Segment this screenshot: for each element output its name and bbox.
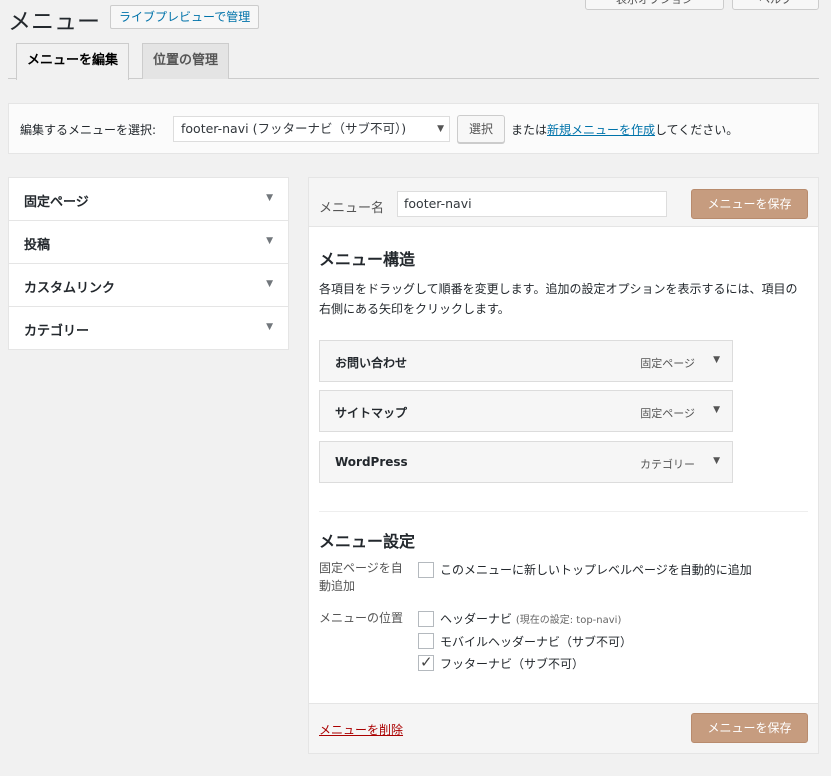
menu-editor-footer: メニューを削除 メニューを保存 [309,703,818,753]
accordion-item-label: カテゴリー [24,324,90,339]
accordion-item-posts[interactable]: 投稿 ▼ [9,221,288,264]
menu-item-title: サイトマップ [335,406,408,420]
menu-item[interactable]: WordPress カテゴリー ▼ [319,441,733,483]
menu-location-label: メニューの位置 [319,611,404,625]
nav-tabs: メニューを編集 位置の管理 [8,43,819,80]
menu-editor-panel: メニュー名 footer-navi メニューを保存 メニュー構造 各項目をドラッ… [308,177,819,754]
screen-options-button[interactable]: 表示オプション [585,0,724,10]
select-menu-label: 編集するメニューを選択: [20,123,157,137]
page-title: メニュー [8,9,100,35]
accordion-item-categories[interactable]: カテゴリー ▼ [9,307,288,349]
accordion-item-pages[interactable]: 固定ページ ▼ [9,178,288,221]
auto-add-checkbox[interactable] [418,562,434,578]
menu-select-bar: 編集するメニューを選択: footer-navi (フッターナビ（サブ不可）) … [8,103,819,154]
select-button[interactable]: 選択 [457,115,505,143]
menu-structure-title: メニュー構造 [319,250,416,269]
menu-item[interactable]: お問い合わせ 固定ページ ▼ [319,340,733,382]
checkmark-icon: ✓ [420,653,433,671]
accordion-item-custom-links[interactable]: カスタムリンク ▼ [9,264,288,307]
location-checkbox-mobile-header[interactable] [418,633,434,649]
create-menu-link[interactable]: 新規メニューを作成 [547,123,655,137]
menu-name-input[interactable]: footer-navi [397,191,667,217]
triangle-down-icon: ▼ [266,279,273,289]
add-items-accordion: 固定ページ ▼ 投稿 ▼ カスタムリンク ▼ カテゴリー ▼ [8,177,289,350]
triangle-down-icon[interactable]: ▼ [713,456,720,466]
tab-edit-menus[interactable]: メニューを編集 [16,43,130,80]
menu-name-label: メニュー名 [319,201,385,216]
triangle-down-icon: ▼ [266,193,273,203]
triangle-down-icon[interactable]: ▼ [713,355,720,365]
menu-structure-description: 各項目をドラッグして順番を変更します。追加の設定オプションを表示するには、項目の… [319,282,798,316]
auto-add-option-label: このメニューに新しいトップレベルページを自動的に追加 [440,563,752,577]
accordion-item-label: 固定ページ [24,195,89,210]
menu-item-type: カテゴリー [640,458,695,471]
menu-item-title: WordPress [335,455,408,469]
delete-menu-link[interactable]: メニューを削除 [319,721,403,738]
menu-item-type: 固定ページ [640,357,695,370]
menu-item-type: 固定ページ [640,407,695,420]
triangle-down-icon: ▼ [266,236,273,246]
location-option-header: ヘッダーナビ (現在の設定: top-navi) [440,612,622,626]
dropdown-arrow-icon: ▼ [437,124,444,134]
triangle-down-icon[interactable]: ▼ [713,405,720,415]
menu-item-title: お問い合わせ [335,356,408,370]
selected-menu-value: footer-navi (フッターナビ（サブ不可）) [181,121,407,136]
create-menu-text: または新規メニューを作成してください。 [511,123,739,137]
menu-item[interactable]: サイトマップ 固定ページ ▼ [319,390,733,432]
location-checkbox-header[interactable] [418,611,434,627]
accordion-item-label: 投稿 [24,238,51,253]
save-menu-button-top[interactable]: メニューを保存 [691,189,808,219]
divider [319,511,808,512]
menu-settings-title: メニュー設定 [319,532,416,551]
menu-select-dropdown[interactable]: footer-navi (フッターナビ（サブ不可）) ▼ [173,116,450,142]
location-option-footer: フッターナビ（サブ不可） [440,657,585,671]
location-checkbox-footer[interactable]: ✓ [418,653,434,671]
help-button[interactable]: ヘルプ [732,0,819,10]
location-option-mobile-header: モバイルヘッダーナビ（サブ不可） [440,635,633,649]
save-menu-button-bottom[interactable]: メニューを保存 [691,713,808,743]
triangle-down-icon: ▼ [266,322,273,332]
menu-editor-header: メニュー名 footer-navi メニューを保存 [309,178,818,227]
accordion-item-label: カスタムリンク [24,281,116,296]
auto-add-label: 固定ページを自動追加 [319,561,403,593]
tab-manage-locations[interactable]: 位置の管理 [142,43,230,79]
live-preview-button[interactable]: ライブプレビューで管理 [110,5,260,29]
